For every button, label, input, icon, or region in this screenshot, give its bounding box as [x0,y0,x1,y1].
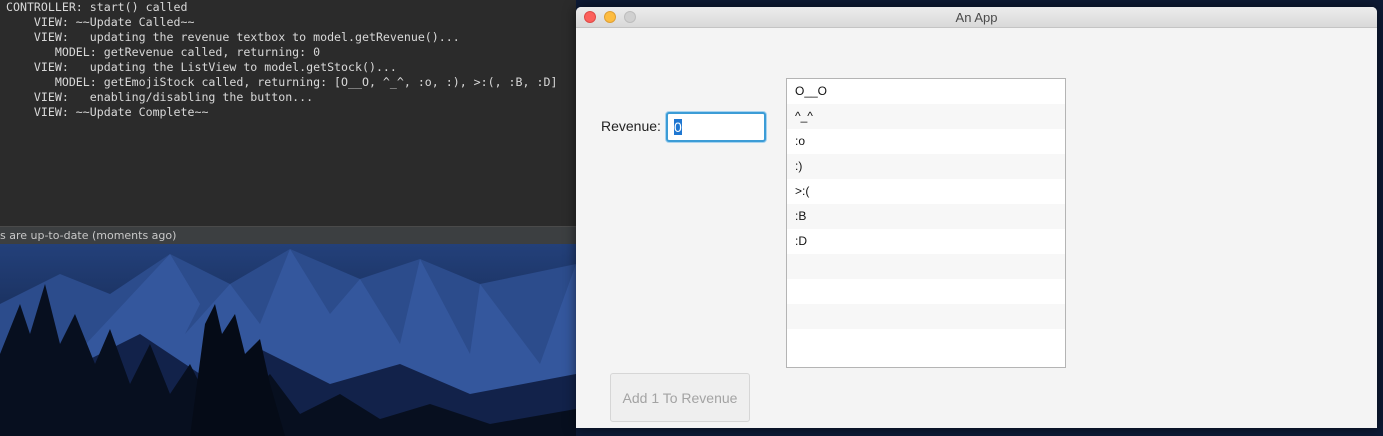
revenue-label: Revenue: [601,118,661,134]
app-window: An App Revenue: O__O^_^:o:)>:(:B:D Add 1… [576,7,1377,428]
status-text: s are up-to-date (moments ago) [0,229,177,242]
emoji-stock-listview[interactable]: O__O ^_^:o:) >:(:B:D [786,78,1066,368]
list-item-empty [787,329,1065,354]
console-line: VIEW: ~~Update Called~~ [6,15,195,29]
console-line: VIEW: updating the revenue textbox to mo… [6,30,460,44]
console-line: CONTROLLER: start() called [6,0,188,14]
title-bar[interactable]: An App [576,7,1377,28]
list-item[interactable]: ^_^ [787,104,1065,129]
list-item[interactable]: :) [787,154,1065,179]
desktop-wallpaper [0,244,576,436]
list-item[interactable]: O__O [787,79,1065,104]
list-item-empty [787,254,1065,279]
console-output-panel: CONTROLLER: start() called VIEW: ~~Updat… [0,0,576,226]
add-revenue-button[interactable]: Add 1 To Revenue [610,373,750,422]
list-item[interactable]: :o [787,129,1065,154]
list-item[interactable]: :D [787,229,1065,254]
console-line: MODEL: getRevenue called, returning: 0 [6,45,321,59]
ide-status-bar: s are up-to-date (moments ago) [0,226,576,244]
console-line: VIEW: enabling/disabling the button... [6,90,314,104]
list-item-empty [787,304,1065,329]
window-title: An App [955,10,998,25]
console-line: VIEW: updating the ListView to model.get… [6,60,397,74]
list-item[interactable]: >:( [787,179,1065,204]
list-item[interactable]: :B [787,204,1065,229]
revenue-textbox[interactable] [666,112,766,142]
list-item-empty [787,279,1065,304]
console-line: VIEW: ~~Update Complete~~ [6,105,209,119]
console-line: MODEL: getEmojiStock called, returning: … [6,75,558,89]
